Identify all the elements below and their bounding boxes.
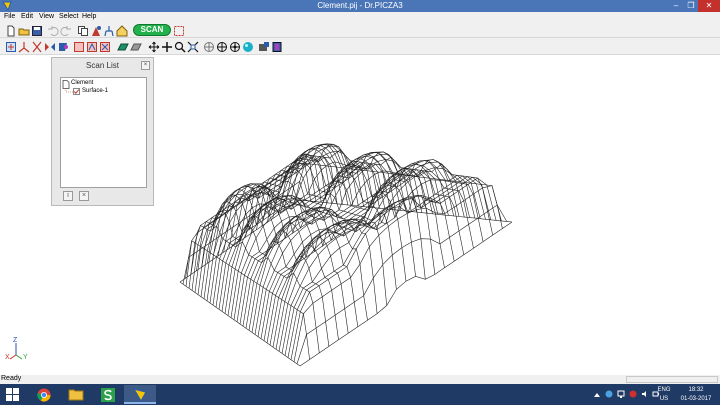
mirror-icon[interactable] (31, 41, 43, 53)
tray-volume-icon[interactable] (641, 390, 649, 398)
clock-date[interactable]: 01-03-2017 (678, 396, 714, 402)
app-s-icon (101, 388, 115, 402)
wire-surface-icon[interactable] (130, 41, 142, 53)
minimize-button[interactable]: – (669, 0, 683, 12)
pan-icon[interactable] (148, 41, 160, 53)
open-folder-icon[interactable] (18, 25, 30, 37)
tree-root-clement[interactable]: Clement (71, 80, 93, 86)
home-icon[interactable] (116, 25, 128, 37)
status-text: Ready (1, 375, 22, 382)
redo-icon[interactable] (60, 25, 72, 37)
menu-select[interactable]: Select (59, 13, 78, 20)
mesh-lines (179, 143, 513, 367)
scan-list-close-button[interactable]: × (141, 61, 150, 70)
taskbar-chrome[interactable] (28, 385, 60, 404)
select-poly-icon[interactable] (86, 41, 98, 53)
status-bar: Ready (0, 375, 720, 384)
rotate-z-icon[interactable] (229, 41, 241, 53)
new-file-icon[interactable] (5, 25, 17, 37)
menu-bar: File Edit View Select Help (0, 12, 720, 23)
rotate-icon[interactable] (203, 41, 215, 53)
rotate-xy-icon[interactable] (216, 41, 228, 53)
mesh-line (206, 143, 348, 301)
mesh-line (197, 156, 333, 295)
shade-icon[interactable] (57, 41, 69, 53)
language-indicator[interactable]: ENG (654, 387, 674, 393)
mesh-line (257, 170, 439, 337)
region-indicator[interactable]: US (654, 396, 674, 402)
axis-z-label: Z (13, 337, 18, 344)
zoom-icon[interactable] (174, 41, 186, 53)
drpicza-icon (132, 388, 147, 402)
menu-file[interactable]: File (4, 13, 15, 20)
tray-drive-icon[interactable] (605, 390, 613, 398)
scan-head-icon[interactable] (103, 25, 115, 37)
menu-edit[interactable]: Edit (21, 13, 33, 20)
save-icon[interactable] (31, 25, 43, 37)
flip-icon[interactable] (44, 41, 56, 53)
axis-view-icon[interactable] (18, 41, 30, 53)
scan-tree: Clement Surface-1 (60, 77, 147, 188)
axis-indicator: Z X Y (4, 337, 32, 364)
toolbar-view (0, 38, 720, 55)
toolbar-main: SCAN (0, 23, 720, 38)
scan-list-title: Scan List (86, 61, 119, 70)
taskbar-drpicza[interactable] (124, 385, 156, 404)
mesh-line (227, 163, 386, 316)
sphere-icon[interactable] (242, 41, 254, 53)
menu-view[interactable]: View (39, 13, 54, 20)
undo-icon[interactable] (47, 25, 59, 37)
fit-view-icon[interactable] (5, 41, 17, 53)
axis-x-label: X (5, 354, 10, 361)
scan-info-button[interactable]: i (63, 191, 73, 201)
start-button-icon[interactable] (6, 388, 19, 401)
status-pane (626, 376, 718, 383)
surface-icon[interactable] (117, 41, 129, 53)
mesh-line (201, 201, 339, 340)
clock-time[interactable]: 18:32 (678, 387, 714, 393)
folder-icon (68, 389, 84, 401)
taskbar-app-s[interactable] (92, 385, 124, 404)
window-title: Clement.pij - Dr.PICZA3 (317, 1, 403, 10)
taskbar-file-explorer[interactable] (60, 385, 92, 404)
tree-item-surface-1[interactable]: Surface-1 (82, 88, 108, 94)
taskbar: ENG US 18:32 01-03-2017 (0, 384, 720, 405)
chrome-icon (37, 388, 51, 402)
scan-list-panel: Scan List × Clement Surface-1 i × (51, 57, 154, 206)
surface-checkbox[interactable] (73, 88, 80, 95)
title-bar: Clement.pij - Dr.PICZA3 – ❐ ✕ (0, 0, 720, 12)
tray-expand-icon[interactable] (594, 393, 600, 397)
mesh-line (209, 143, 354, 304)
close-button[interactable]: ✕ (698, 0, 720, 12)
menu-help[interactable]: Help (82, 13, 96, 20)
move-icon[interactable] (161, 41, 173, 53)
mesh-line (179, 281, 301, 367)
tray-security-icon[interactable] (629, 390, 637, 398)
zoom-fit-icon[interactable] (187, 41, 199, 53)
scan-area-icon[interactable] (173, 25, 185, 37)
scan-delete-button[interactable]: × (79, 191, 89, 201)
tray-network-icon[interactable] (617, 390, 625, 398)
select-clear-icon[interactable] (99, 41, 111, 53)
mesh-line (254, 169, 433, 335)
axis-y-label: Y (23, 354, 28, 361)
scan-button[interactable]: SCAN (133, 24, 171, 36)
select-rect-icon[interactable] (73, 41, 85, 53)
copy-icon[interactable] (77, 25, 89, 37)
mesh-line (196, 210, 330, 347)
maximize-button[interactable]: ❐ (684, 0, 698, 12)
paint-icon[interactable] (90, 25, 102, 37)
mesh-line (299, 221, 513, 367)
properties-icon[interactable] (271, 41, 283, 53)
camera-icon[interactable] (258, 41, 270, 53)
